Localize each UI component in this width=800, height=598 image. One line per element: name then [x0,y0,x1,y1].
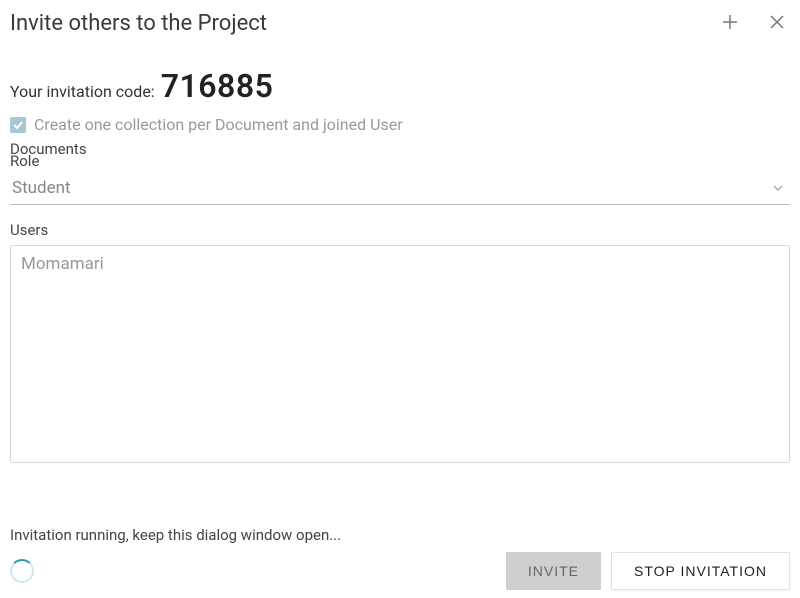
users-section: Users Momamari [10,221,790,463]
dialog-footer: Invitation running, keep this dialog win… [10,512,790,590]
add-button[interactable] [716,8,744,39]
list-item: Momamari [21,254,779,274]
spinner-icon [10,559,34,583]
users-list[interactable]: Momamari [10,245,790,463]
dialog-header: Invite others to the Project [10,8,790,39]
dialog-title: Invite others to the Project [10,11,267,36]
header-actions [716,8,790,39]
close-icon [768,13,786,34]
invitation-code-row: Your invitation code: 716885 [10,67,790,105]
invitation-code-value: 716885 [161,67,274,105]
documents-label: Documents [10,140,87,158]
footer-buttons: INVITE STOP INVITATION [506,552,790,590]
close-button[interactable] [764,9,790,38]
users-label: Users [10,221,790,239]
checkbox-checked-icon [10,117,26,133]
create-collection-checkbox-label: Create one collection per Document and j… [34,115,403,134]
plus-icon [720,12,740,35]
invite-button[interactable]: INVITE [506,552,601,590]
role-label: Role [10,152,790,170]
invitation-code-label: Your invitation code: [10,82,155,101]
role-select-value: Student [12,178,71,198]
role-field: Documents Role Student [10,152,790,205]
create-collection-checkbox-row[interactable]: Create one collection per Document and j… [10,115,790,134]
chevron-down-icon [772,179,790,198]
status-text: Invitation running, keep this dialog win… [10,526,790,544]
role-select[interactable]: Student [10,172,790,205]
invite-dialog: Invite others to the Project [0,0,800,598]
stop-invitation-button[interactable]: STOP INVITATION [611,552,790,590]
footer-row: INVITE STOP INVITATION [10,552,790,590]
